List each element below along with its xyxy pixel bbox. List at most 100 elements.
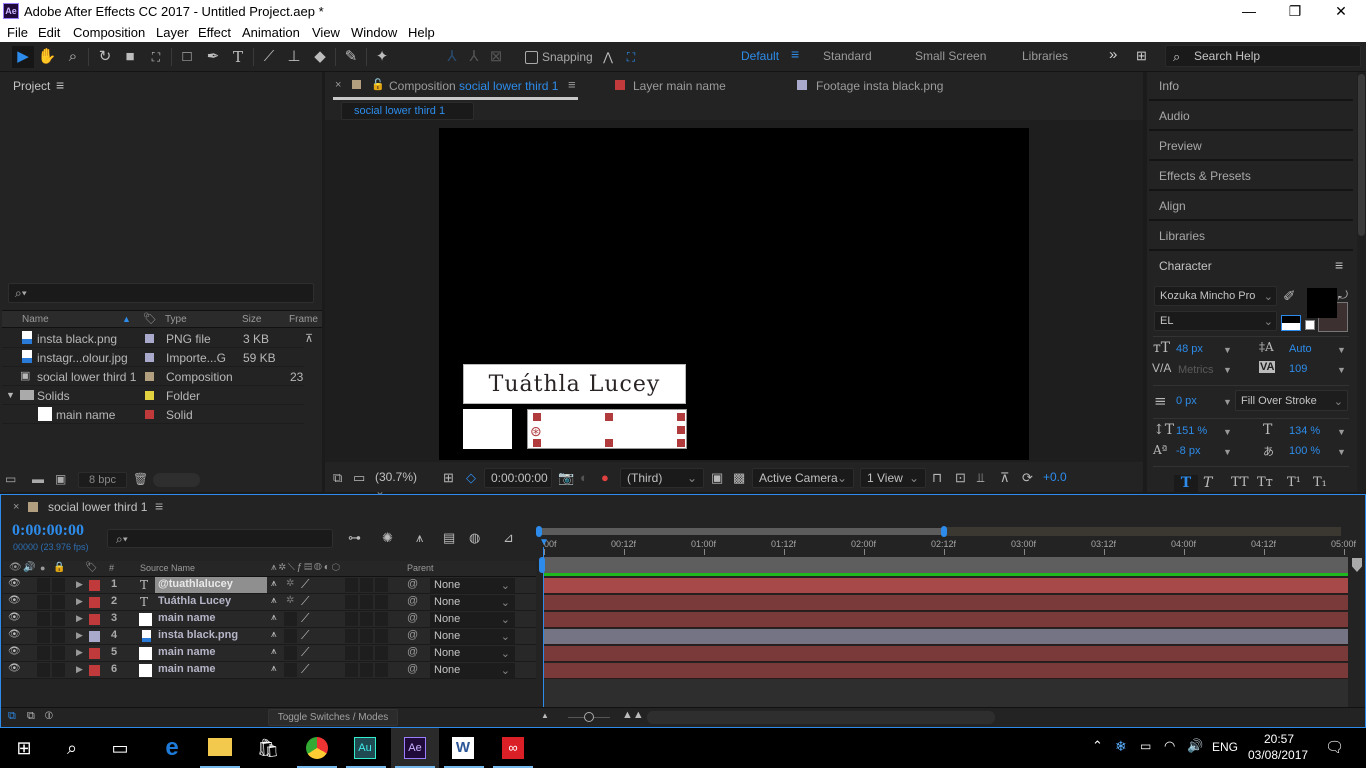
shy-switch-icon[interactable]: ⩚ <box>271 663 277 674</box>
motion-blur-switch[interactable] <box>345 595 358 609</box>
viewer-timecode[interactable]: 0:00:00:00 <box>484 468 552 488</box>
layer-label-swatch[interactable] <box>89 580 100 591</box>
snapping-checkbox[interactable] <box>525 51 538 64</box>
quality-switch-icon[interactable]: ⟋ <box>301 594 309 609</box>
start-button[interactable]: ⊞ <box>0 728 48 768</box>
font-style-dropdown[interactable]: EL ⌄ <box>1154 311 1277 331</box>
adjustment-switch[interactable] <box>360 629 373 643</box>
local-axis-icon[interactable]: ⅄ <box>441 46 463 68</box>
pan-behind-tool-icon[interactable]: ⛶ <box>145 46 167 68</box>
horizontal-scale-value[interactable]: 134 % <box>1289 425 1320 437</box>
collapse-switch-icon[interactable]: ✲ <box>286 578 294 589</box>
parent-dropdown[interactable]: None ⌄ <box>430 663 515 678</box>
font-family-dropdown[interactable]: Kozuka Mincho Pro ⌄ <box>1154 286 1277 306</box>
toggle-mask-icon[interactable]: ◇ <box>466 470 476 486</box>
solo-toggle[interactable] <box>37 578 50 592</box>
layer-duration-bar[interactable] <box>544 629 1348 645</box>
collapse-switch-icon[interactable]: ✲ <box>286 595 294 606</box>
store-app[interactable]: 🛍 <box>244 728 292 768</box>
solo-toggle[interactable] <box>37 595 50 609</box>
motion-blur-switch[interactable] <box>345 612 358 626</box>
lock-toggle[interactable] <box>52 612 65 626</box>
quality-switch-icon[interactable]: ⟋ <box>301 662 309 677</box>
layer-duration-bar[interactable] <box>544 612 1348 628</box>
transparency-grid-icon[interactable]: ▩ <box>733 470 745 486</box>
menu-help[interactable]: Help <box>408 25 435 40</box>
black-white-swatch[interactable] <box>1281 315 1301 331</box>
clock-time[interactable]: 20:57 <box>1264 732 1294 746</box>
3d-switch[interactable] <box>375 663 388 677</box>
word-app[interactable]: W <box>440 728 488 768</box>
current-time-indicator[interactable] <box>543 547 544 707</box>
faux-italic-button[interactable]: T <box>1203 475 1212 491</box>
tab-layer[interactable]: Layer main name <box>633 79 726 93</box>
expand-triangle-icon[interactable]: ▶ <box>76 664 83 675</box>
transform-handle[interactable] <box>605 439 613 447</box>
transform-handle[interactable] <box>533 413 541 421</box>
hand-tool-icon[interactable]: ✋ <box>36 46 58 68</box>
expand-triangle-icon[interactable]: ▶ <box>76 579 83 590</box>
clone-stamp-tool-icon[interactable]: ⊥ <box>283 46 305 68</box>
timeline-scrollbar[interactable] <box>647 711 995 724</box>
3d-switch[interactable] <box>375 646 388 660</box>
pick-whip-icon[interactable]: @ <box>407 646 418 658</box>
small-caps-button[interactable]: Tт <box>1257 475 1273 490</box>
parent-dropdown[interactable]: None ⌄ <box>430 629 515 644</box>
solo-toggle[interactable] <box>37 646 50 660</box>
lock-switch-icon[interactable]: 🔒 <box>53 562 65 573</box>
visibility-eye-icon[interactable]: 👁 <box>8 612 21 623</box>
dropdown-arrow-icon[interactable]: ▼ <box>1337 427 1346 437</box>
layer-duration-bar[interactable] <box>544 595 1348 611</box>
audition-app[interactable]: Au <box>342 728 390 768</box>
transform-handle[interactable] <box>677 439 685 447</box>
menu-effect[interactable]: Effect <box>198 25 231 40</box>
layer-name[interactable]: main name <box>155 662 218 678</box>
parent-dropdown[interactable]: None ⌄ <box>430 612 515 627</box>
workspace-libraries[interactable]: Libraries <box>1022 49 1068 63</box>
composition-flowchart-icon[interactable]: ⊶ <box>348 530 361 546</box>
lock-toggle[interactable] <box>52 578 65 592</box>
interpret-footage-icon[interactable]: ▭ <box>5 472 16 486</box>
transform-handle[interactable] <box>533 439 541 447</box>
layer-switches-pane-icon[interactable]: ⧉ <box>8 710 16 723</box>
collapse-switch[interactable] <box>284 612 297 626</box>
layer-name[interactable]: main name <box>155 645 218 661</box>
layer-name[interactable]: @tuathlalucey <box>155 577 267 593</box>
project-item[interactable]: instagr...olour.jpg Importe...G 59 KB <box>2 348 304 367</box>
lock-toggle[interactable] <box>52 629 65 643</box>
panel-info[interactable]: Info <box>1149 72 1353 101</box>
minimize-button[interactable]: — <box>1226 0 1272 22</box>
column-size[interactable]: Size <box>242 314 261 325</box>
motion-blur-switch[interactable] <box>345 629 358 643</box>
right-panel-scrollbar[interactable] <box>1357 72 1366 492</box>
menu-file[interactable]: File <box>7 25 28 40</box>
layer-label-swatch[interactable] <box>89 665 100 676</box>
parent-dropdown[interactable]: None ⌄ <box>430 595 515 610</box>
label-swatch[interactable] <box>145 372 154 381</box>
menu-window[interactable]: Window <box>351 25 397 40</box>
zoom-end-marker[interactable] <box>1352 558 1362 572</box>
close-button[interactable]: ✕ <box>1318 0 1364 22</box>
shy-switch-icon[interactable]: ⩚ <box>271 578 277 589</box>
layer-name[interactable]: insta black.png <box>155 628 241 644</box>
column-parent[interactable]: Parent <box>407 563 434 573</box>
restore-button[interactable]: ❐ <box>1272 0 1318 22</box>
eraser-tool-icon[interactable]: ◆ <box>309 46 331 68</box>
adjustment-switch[interactable] <box>360 646 373 660</box>
resolution-dropdown[interactable]: (Third) ⌄ <box>620 468 704 488</box>
language-indicator[interactable]: ENG <box>1212 740 1238 754</box>
layer-row[interactable]: 👁 ▶ 3 main name ⩚ ⟋ @ None ⌄ <box>3 611 536 628</box>
scrollbar-thumb[interactable] <box>1358 74 1365 236</box>
layer-row[interactable]: 👁 ▶ 6 main name ⩚ ⟋ @ None ⌄ <box>3 662 536 679</box>
workspace-default[interactable]: Default <box>741 49 779 63</box>
transform-handle[interactable] <box>677 426 685 434</box>
stroke-mode-dropdown[interactable]: Fill Over Stroke ⌄ <box>1235 390 1348 411</box>
show-snapshot-icon[interactable]: ◐ <box>580 470 588 485</box>
motion-blur-switch[interactable] <box>345 646 358 660</box>
snap-frame-icon[interactable]: ⛶ <box>620 46 642 68</box>
pick-whip-icon[interactable]: @ <box>407 578 418 590</box>
close-timeline-icon[interactable]: × <box>13 501 19 513</box>
collapse-switch[interactable] <box>284 629 297 643</box>
parent-dropdown[interactable]: None ⌄ <box>430 646 515 661</box>
bit-depth-button[interactable]: 8 bpc <box>78 472 127 488</box>
